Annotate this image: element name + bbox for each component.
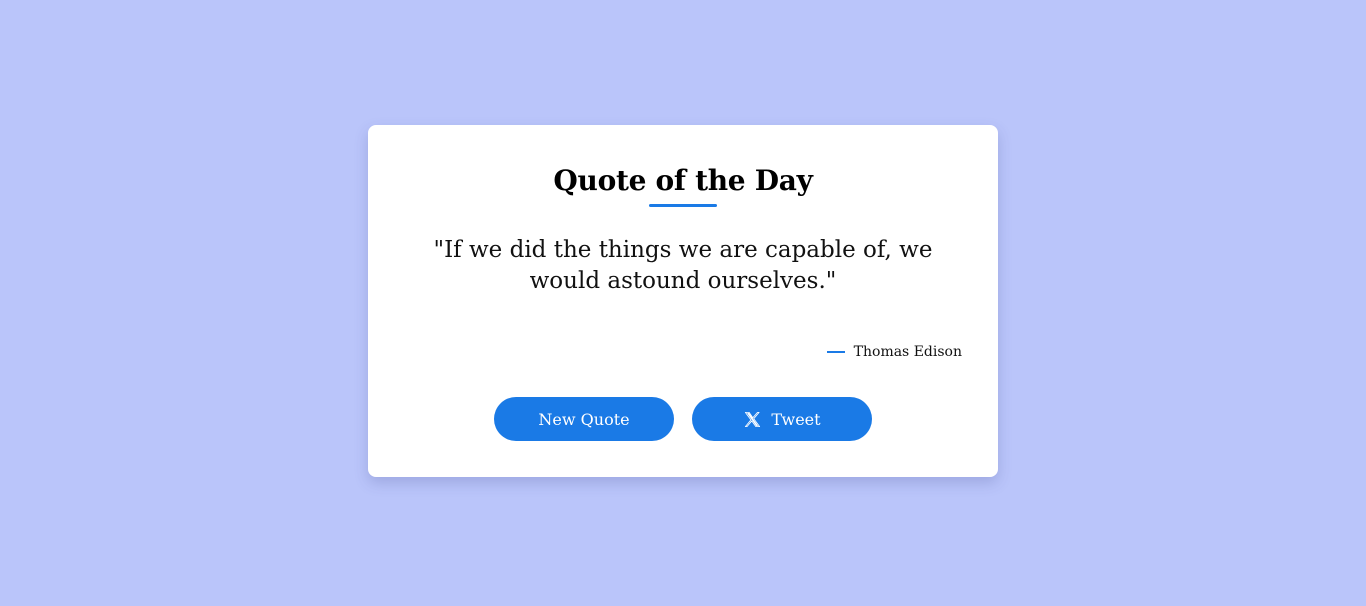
quote-author: Thomas Edison — [826, 344, 962, 360]
card-title: Quote of the Day — [553, 164, 813, 197]
author-dash — [826, 351, 845, 353]
tweet-label: Tweet — [771, 409, 821, 429]
new-quote-button[interactable]: New Quote — [494, 397, 674, 441]
tweet-button[interactable]: Tweet — [692, 397, 872, 441]
author-name: Thomas Edison — [853, 344, 962, 360]
quote-text: "If we did the things we are capable of,… — [433, 237, 933, 294]
x-logo-icon — [743, 410, 762, 429]
title-underline — [649, 204, 717, 207]
new-quote-label: New Quote — [538, 409, 630, 429]
quote-card: Quote of the Day "If we did the things w… — [368, 125, 998, 477]
